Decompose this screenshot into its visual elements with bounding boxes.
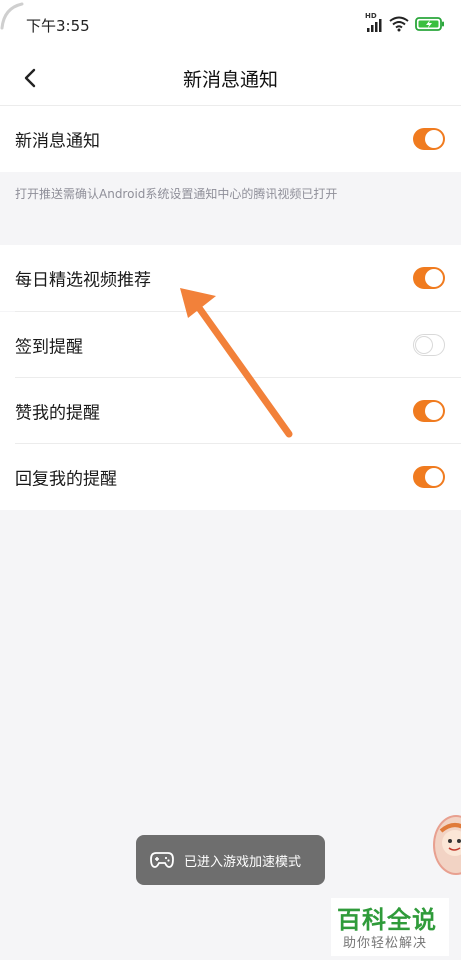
watermark-logo: 百科全说 助你轻松解决 [331,898,449,956]
page-title: 新消息通知 [182,69,278,91]
watermark-subtitle: 助你轻松解决 [343,936,428,951]
setting-row-checkin-reminder[interactable]: 签到提醒 [0,312,461,378]
status-time: 下午3:55 [26,17,90,35]
status-bar: 下午3:55 HD [0,0,461,50]
daily-picks-toggle[interactable] [413,267,445,289]
toast-text: 已进入游戏加速模式 [184,854,302,870]
setting-row-reply-reminder[interactable]: 回复我的提醒 [0,444,461,510]
reply-reminder-toggle[interactable] [413,466,445,488]
setting-label: 回复我的提醒 [15,469,117,490]
main-notification-label: 新消息通知 [15,131,100,152]
main-notification-toggle[interactable] [413,128,445,150]
push-hint-text: 打开推送需确认Android系统设置通知中心的腾讯视频已打开 [15,187,338,201]
status-icons: HD [365,12,445,34]
gamepad-icon [150,852,174,868]
like-reminder-toggle[interactable] [413,400,445,422]
watermark-title: 百科全说 [337,906,437,934]
setting-row-daily-picks[interactable]: 每日精选视频推荐 [0,245,461,311]
wifi-icon [389,16,409,32]
game-mode-toast: 已进入游戏加速模式 [136,835,325,885]
setting-label: 赞我的提醒 [15,403,100,424]
battery-icon [415,17,444,31]
signal-icon: HD [365,12,383,32]
setting-row-like-reminder[interactable]: 赞我的提醒 [0,378,461,444]
nav-bar: 新消息通知 [0,50,461,106]
checkin-reminder-toggle[interactable] [413,334,445,356]
setting-label: 每日精选视频推荐 [15,270,151,291]
floating-mascot-icon[interactable] [433,815,461,875]
setting-label: 签到提醒 [15,337,83,358]
main-notification-row[interactable]: 新消息通知 [0,106,461,172]
